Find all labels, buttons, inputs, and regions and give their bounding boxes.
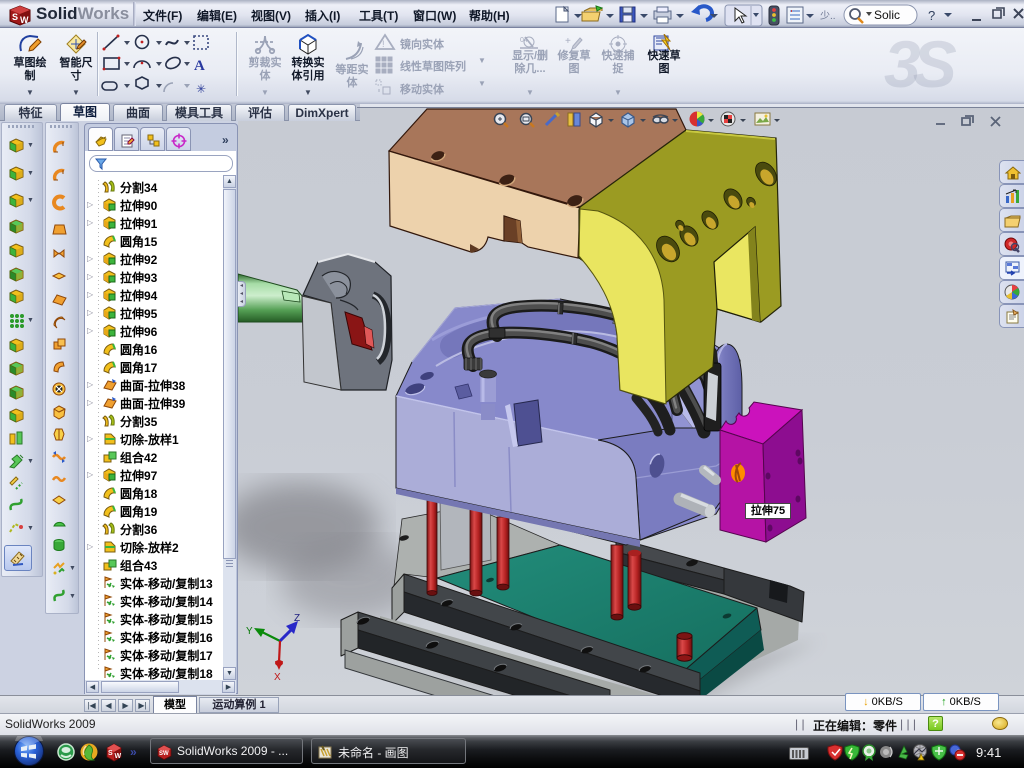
svg-text:S: S [108,750,113,757]
svg-text:SW: SW [159,751,169,757]
svg-text:W: W [115,753,122,760]
svg-text:W: W [20,15,29,25]
svg-text:A: A [194,58,205,74]
svg-text:少..: 少.. [820,10,836,22]
svg-text:Solic: Solic [874,8,900,22]
svg-text:!: ! [382,39,385,49]
svg-text:?: ? [928,8,935,23]
svg-text:Z: Z [294,613,300,624]
svg-text:!: ! [919,756,920,762]
svg-text:S: S [12,12,18,22]
svg-text:✳: ✳ [196,82,206,96]
svg-text:+: + [565,36,571,47]
svg-text:04: 04 [520,37,528,44]
svg-text:Y: Y [246,626,253,637]
svg-text:X: X [274,672,281,683]
svg-text:»: » [130,745,137,759]
